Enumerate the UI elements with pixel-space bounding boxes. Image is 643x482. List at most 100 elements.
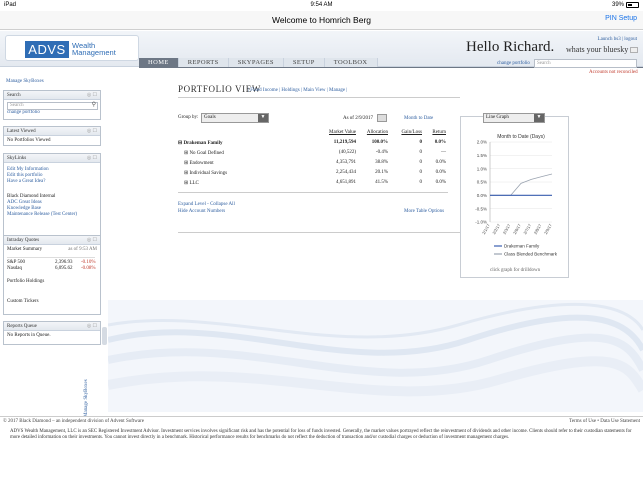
table-row[interactable]: ⊞ Individual Savings 2,254,434 20.1% 0 0…: [178, 170, 448, 178]
row-return: —: [441, 150, 446, 155]
divider: [7, 257, 95, 258]
row-market-value: 11,219,594: [333, 140, 356, 145]
sidebar-change-portfolio-link[interactable]: change portfolio: [7, 110, 97, 116]
quote-name: Nasdaq: [7, 266, 22, 271]
nav-title: Welcome to Homrich Berg: [271, 15, 372, 25]
link-holdings[interactable]: Holdings: [281, 88, 299, 93]
global-search-input[interactable]: Search: [534, 59, 637, 68]
y-tick-label: 2.0%: [477, 140, 487, 145]
chat-icon[interactable]: [630, 47, 639, 53]
period-selector-link[interactable]: Month to Date: [404, 116, 433, 121]
skylink-maintenance-release[interactable]: Maintenance Release (Test Center): [7, 212, 97, 218]
as-of-date: As of 2/9/2017: [343, 116, 373, 121]
panel-controls-icon[interactable]: ◎ ☐: [87, 91, 97, 100]
row-name[interactable]: ⊞ LLC: [184, 180, 199, 186]
row-name[interactable]: ⊞ Endowment: [184, 160, 214, 166]
intraday-quotes-panel: Intraday Quotes ◎ ☐ Market Summary as of …: [3, 235, 101, 315]
battery-icon: [626, 2, 639, 8]
more-table-options-link[interactable]: More Table Options: [404, 209, 444, 214]
link-fixed-income[interactable]: Fixed Income: [250, 88, 278, 93]
panel-controls-icon[interactable]: ◎ ☐: [87, 154, 97, 163]
expand-collapse-link[interactable]: Expand Level - Collapse All: [178, 202, 235, 207]
panel-title: Intraday Quotes: [7, 238, 40, 243]
row-name[interactable]: ⊞ No Goal Defined: [184, 150, 224, 156]
panel-title: Search: [7, 93, 21, 98]
panel-title: Reports Queue: [7, 324, 37, 329]
chevron-down-icon: ▼: [534, 114, 544, 122]
top-links[interactable]: Launch bs3 | logout: [598, 37, 637, 42]
sidebar-collapse-handle[interactable]: [102, 327, 107, 345]
table-row[interactable]: ⊟ Drakeman Family 11,219,594 100.0% 0 0.…: [178, 140, 448, 148]
portfolio-holdings-label[interactable]: Portfolio Holdings: [7, 279, 44, 284]
column-header-market-value[interactable]: Market Value: [329, 130, 356, 135]
logo-text-line-2: Management: [72, 48, 116, 57]
row-gain-loss: 0: [419, 180, 423, 185]
terms-links[interactable]: Terms of Use • Data Use Statement: [569, 419, 640, 424]
y-tick-label: 0.0%: [477, 193, 487, 198]
table-row[interactable]: ⊞ Endowment 4,353,791 38.8% 0 0.0%: [178, 160, 448, 168]
panel-controls-icon[interactable]: ◎ ☐: [87, 322, 97, 331]
group-by-select[interactable]: Goals ▼: [201, 113, 269, 123]
sidebar-search-placeholder: Search: [10, 103, 24, 108]
pin-setup-button[interactable]: PIN Setup: [605, 15, 637, 22]
row-gain-loss: 0: [419, 170, 423, 175]
legend-label: Class Blended Benchmark: [504, 252, 558, 257]
column-header-return[interactable]: Return: [432, 130, 446, 135]
panel-title: Latest Viewed: [7, 129, 36, 134]
search-panel: Search ◎ ☐ Search ⚲ change portfolio: [3, 90, 101, 120]
change-portfolio-link[interactable]: change portfolio: [497, 61, 530, 66]
chart-type-select[interactable]: Line Graph ▼: [483, 113, 545, 123]
clock: 9:54 AM: [310, 2, 333, 8]
row-allocation: 20.1%: [375, 170, 388, 175]
series-line-benchmark: [490, 173, 553, 196]
custom-tickers-label[interactable]: Custom Tickers: [7, 299, 39, 304]
panel-controls-icon[interactable]: ◎ ☐: [87, 127, 97, 136]
row-market-value: (40,522): [338, 150, 356, 155]
portfolio-table-header: Market Value Allocation Gain/Loss Return: [178, 130, 448, 140]
sidebar-search-input[interactable]: Search ⚲: [7, 102, 98, 110]
app-nav-bar: Welcome to Homrich Berg PIN Setup: [0, 11, 643, 30]
hide-account-numbers-link[interactable]: Hide Account Numbers: [178, 209, 225, 214]
row-return: 0.0%: [434, 140, 446, 145]
link-main-view[interactable]: Main View: [303, 88, 325, 93]
chart-title: Month to Date (Days): [497, 134, 545, 140]
panel-header: Latest Viewed ◎ ☐: [4, 127, 100, 136]
line-chart[interactable]: Month to Date (Days) 2.0% 1.5% 1.0% 0.5% 0.0%…: [460, 130, 569, 265]
calendar-icon[interactable]: [377, 114, 387, 122]
chevron-down-icon: ▼: [258, 114, 268, 122]
link-manage[interactable]: Manage: [329, 88, 345, 93]
x-tick-label: 2/7/17: [522, 222, 532, 235]
greeting: Hello Richard.: [466, 39, 555, 55]
table-row[interactable]: ⊞ LLC 4,651,891 41.5% 0 0.0%: [178, 180, 448, 188]
search-icon[interactable]: ⚲: [92, 102, 96, 108]
logo-text: Wealth Management: [72, 42, 116, 57]
row-name[interactable]: ⊟ Drakeman Family: [178, 140, 222, 146]
sidebar-toggle-strip: Manage SkyBoxes: [84, 72, 108, 417]
footer: © 2017 Black Diamond – an independent di…: [0, 416, 643, 425]
logo[interactable]: ADVS Wealth Management: [5, 35, 139, 61]
panel-header: SkyLinks ◎ ☐: [4, 154, 100, 163]
table-row[interactable]: ⊞ No Goal Defined (40,522) -0.4% 0 —: [178, 150, 448, 158]
battery-percent: 39%: [611, 2, 624, 8]
column-header-allocation[interactable]: Allocation: [367, 130, 388, 135]
manage-skyboxes-link[interactable]: Manage SkyBoxes: [6, 79, 44, 84]
panel-controls-icon[interactable]: ◎ ☐: [87, 236, 97, 245]
latest-viewed-text: No Portfolios Viewed: [7, 138, 51, 143]
disclaimer: ADVS Wealth Management, LLC is an SEC Re…: [10, 429, 632, 440]
panel-header: Reports Queue ◎ ☐: [4, 322, 100, 331]
row-name[interactable]: ⊞ Individual Savings: [184, 170, 227, 176]
divider: [178, 192, 448, 193]
row-market-value: 2,254,434: [336, 170, 356, 175]
x-tick-label: 2/3/17: [502, 222, 512, 235]
row-allocation: 100.0%: [371, 140, 388, 145]
y-tick-label: 1.0%: [477, 166, 487, 171]
manage-skyboxes-vertical-link[interactable]: Manage SkyBoxes: [84, 379, 89, 417]
quote-change: -0.10%: [81, 260, 96, 265]
x-tick-label: 2/6/17: [512, 222, 522, 235]
tagline: whats your bluesky: [566, 45, 639, 54]
divider: [178, 97, 460, 98]
x-tick-label: 2/9/17: [543, 222, 553, 235]
latest-viewed-panel: Latest Viewed ◎ ☐ No Portfolios Viewed: [3, 126, 101, 146]
column-header-gain-loss[interactable]: Gain/Loss: [401, 130, 422, 135]
reconcile-alert[interactable]: Accounts not reconciled: [589, 70, 638, 75]
